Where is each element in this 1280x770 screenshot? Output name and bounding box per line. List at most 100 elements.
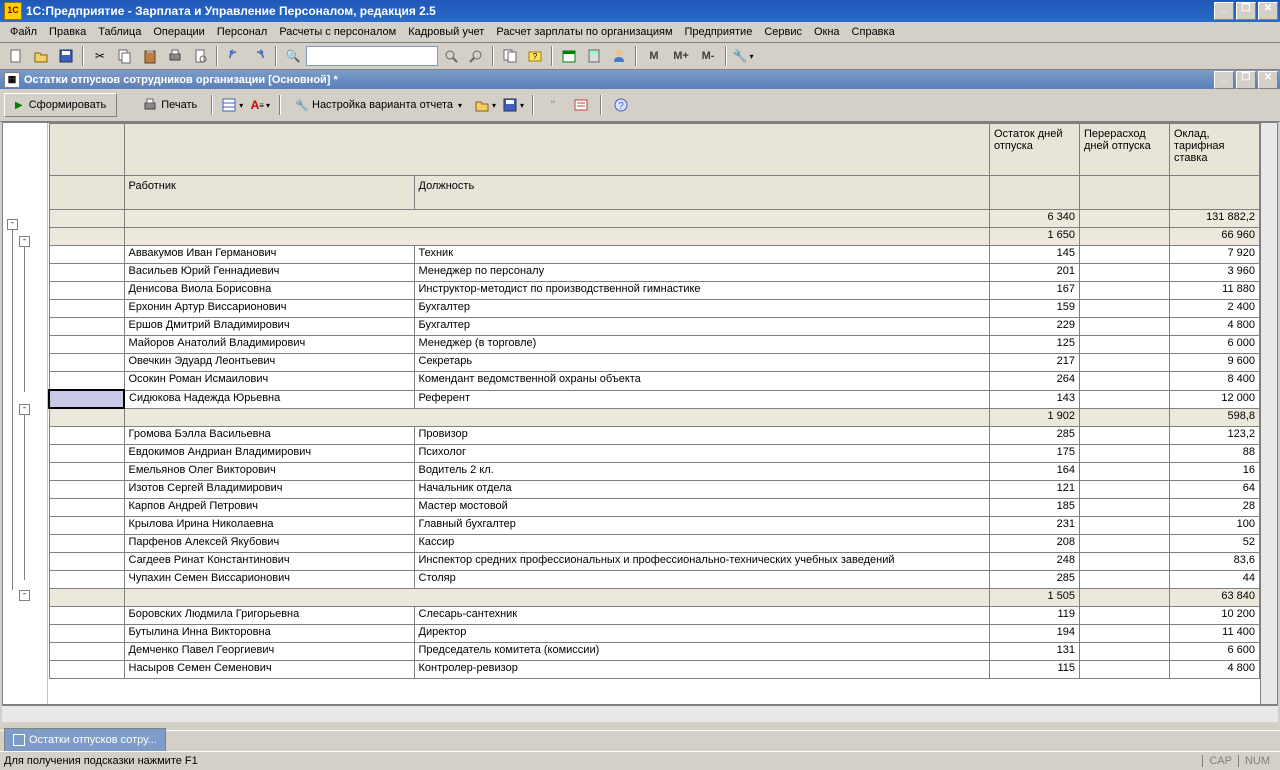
sub-restore-button[interactable]: ❐ <box>1236 71 1256 89</box>
find-prev-icon[interactable] <box>464 44 488 68</box>
vertical-scrollbar[interactable] <box>1260 123 1277 704</box>
sub-minimize-button[interactable]: _ <box>1214 71 1234 89</box>
undo-icon[interactable] <box>222 44 246 68</box>
help-icon[interactable]: ? <box>609 93 633 117</box>
table-row: Ерхонин Артур ВиссарионовичБухгалтер1592… <box>49 300 1260 318</box>
table-row: Васильев Юрий ГеннадиевичМенеджер по пер… <box>49 264 1260 282</box>
tree-toggle[interactable]: - <box>19 590 30 601</box>
calc-icon[interactable] <box>582 44 606 68</box>
sub-close-button[interactable]: ✕ <box>1258 71 1278 89</box>
calendar-icon[interactable] <box>557 44 581 68</box>
open-settings-icon[interactable]: ▾ <box>473 93 497 117</box>
copy-icon[interactable] <box>113 44 137 68</box>
menu-enterprise[interactable]: Предприятие <box>679 24 759 40</box>
data-table: Остаток дней отпуска Перерасход дней отп… <box>48 123 1260 679</box>
open-icon[interactable] <box>29 44 53 68</box>
print-button[interactable]: Печать <box>135 93 204 117</box>
restore-button[interactable]: ❐ <box>1236 2 1256 20</box>
col-worker: Работник <box>124 176 414 210</box>
font-color-icon[interactable]: A≡▾ <box>248 93 272 117</box>
statusbar: Для получения подсказки нажмите F1 CAP N… <box>0 751 1280 770</box>
table-row: Евдокимов Андриан ВладимировичПсихолог17… <box>49 445 1260 463</box>
window-tab[interactable]: Остатки отпусков сотру... <box>4 728 166 751</box>
person-icon[interactable] <box>607 44 631 68</box>
report-icon <box>13 734 25 746</box>
search-combo[interactable] <box>306 46 438 66</box>
table-row: Изотов Сергей ВладимировичНачальник отде… <box>49 481 1260 499</box>
tree-toggle[interactable]: - <box>7 219 18 230</box>
wrench-icon[interactable]: 🔧▾ <box>731 44 755 68</box>
table-row: Карпов Андрей ПетровичМастер мостовой185… <box>49 499 1260 517</box>
preview-icon[interactable] <box>188 44 212 68</box>
table-view-icon[interactable]: ▾ <box>220 93 244 117</box>
redo-icon[interactable] <box>247 44 271 68</box>
report-toolbar: ▶Сформировать Печать ▾ A≡▾ 🔧Настройка ва… <box>0 89 1280 122</box>
menu-service[interactable]: Сервис <box>758 24 808 40</box>
docs-icon[interactable] <box>498 44 522 68</box>
menu-windows[interactable]: Окна <box>808 24 846 40</box>
titlebar: 1C 1С:Предприятие - Зарплата и Управлени… <box>0 0 1280 22</box>
col-salary: Оклад, тарифная ставка <box>1170 124 1260 176</box>
table-row: Денисова Виола БорисовнаИнструктор-метод… <box>49 282 1260 300</box>
group-row: 1 50563 840 <box>49 589 1260 607</box>
list-icon[interactable] <box>569 93 593 117</box>
find-next-icon[interactable] <box>439 44 463 68</box>
menu-personnel[interactable]: Персонал <box>211 24 274 40</box>
report-icon: ▦ <box>4 72 20 88</box>
table-row: Емельянов Олег ВикторовичВодитель 2 кл.1… <box>49 463 1260 481</box>
table-row: Осокин Роман ИсмаиловичКомендант ведомст… <box>49 372 1260 391</box>
window-tabbar: Остатки отпусков сотру... <box>0 730 1280 751</box>
table-row: Овечкин Эдуард ЛеонтьевичСекретарь2179 6… <box>49 354 1260 372</box>
menu-calc-personnel[interactable]: Расчеты с персоналом <box>273 24 402 40</box>
new-doc-icon[interactable] <box>4 44 28 68</box>
report-settings-button[interactable]: 🔧Настройка варианта отчета▾ <box>288 93 469 117</box>
table-row: Чупахин Семен ВиссарионовичСтоляр28544 <box>49 571 1260 589</box>
subwindow-titlebar: ▦ Остатки отпусков сотрудников организац… <box>0 70 1280 89</box>
group-row: 1 902598,8 <box>49 408 1260 427</box>
table-row: Бутылина Инна ВикторовнаДиректор19411 40… <box>49 625 1260 643</box>
save-settings-icon[interactable]: ▾ <box>501 93 525 117</box>
num-indicator: NUM <box>1238 755 1276 767</box>
save-icon[interactable] <box>54 44 78 68</box>
table-row: Аввакумов Иван ГермановичТехник1457 920 <box>49 246 1260 264</box>
tree-toggle[interactable]: - <box>19 236 30 247</box>
menu-operations[interactable]: Операции <box>147 24 210 40</box>
menu-help[interactable]: Справка <box>846 24 901 40</box>
menu-table[interactable]: Таблица <box>92 24 147 40</box>
paste-icon[interactable] <box>138 44 162 68</box>
horizontal-scrollbar[interactable] <box>2 705 1278 722</box>
group-row: 1 65066 960 <box>49 228 1260 246</box>
table-row: Сидюкова Надежда ЮрьевнаРеферент14312 00… <box>49 390 1260 408</box>
group-row: 6 340131 882,2 <box>49 210 1260 228</box>
table-row: Крылова Ирина НиколаевнаГлавный бухгалте… <box>49 517 1260 535</box>
mem-mplus[interactable]: М+ <box>668 44 694 68</box>
print-icon[interactable] <box>163 44 187 68</box>
mem-mminus[interactable]: М- <box>695 44 721 68</box>
table-row: Демченко Павел ГеоргиевичПредседатель ко… <box>49 643 1260 661</box>
menu-file[interactable]: Файл <box>4 24 43 40</box>
menu-edit[interactable]: Правка <box>43 24 92 40</box>
cut-icon[interactable]: ✂ <box>88 44 112 68</box>
mem-m[interactable]: М <box>641 44 667 68</box>
menubar: Файл Правка Таблица Операции Персонал Ра… <box>0 22 1280 43</box>
status-hint: Для получения подсказки нажмите F1 <box>4 755 198 767</box>
svg-text:?: ? <box>533 52 538 61</box>
table-row: Парфенов Алексей ЯкубовичКассир20852 <box>49 535 1260 553</box>
outline-column: - - - - <box>3 123 48 704</box>
form-button[interactable]: ▶Сформировать <box>4 93 117 117</box>
close-button[interactable]: ✕ <box>1258 2 1278 20</box>
minimize-button[interactable]: _ <box>1214 2 1234 20</box>
quote-icon[interactable]: " <box>541 93 565 117</box>
table-row: Сагдеев Ринат КонстантиновичИнспектор ср… <box>49 553 1260 571</box>
find-icon[interactable]: 🔍 <box>281 44 305 68</box>
tree-toggle[interactable]: - <box>19 404 30 415</box>
info-icon[interactable]: ? <box>523 44 547 68</box>
col-position: Должность <box>414 176 990 210</box>
caps-indicator: CAP <box>1202 755 1238 767</box>
subwindow-title: Остатки отпусков сотрудников организации… <box>24 74 1214 86</box>
menu-hr[interactable]: Кадровый учет <box>402 24 490 40</box>
col-days: Остаток дней отпуска <box>990 124 1080 176</box>
table-row: Ершов Дмитрий ВладимировичБухгалтер2294 … <box>49 318 1260 336</box>
menu-payroll[interactable]: Расчет зарплаты по организациям <box>490 24 678 40</box>
table-row: Боровских Людмила ГригорьевнаСлесарь-сан… <box>49 607 1260 625</box>
